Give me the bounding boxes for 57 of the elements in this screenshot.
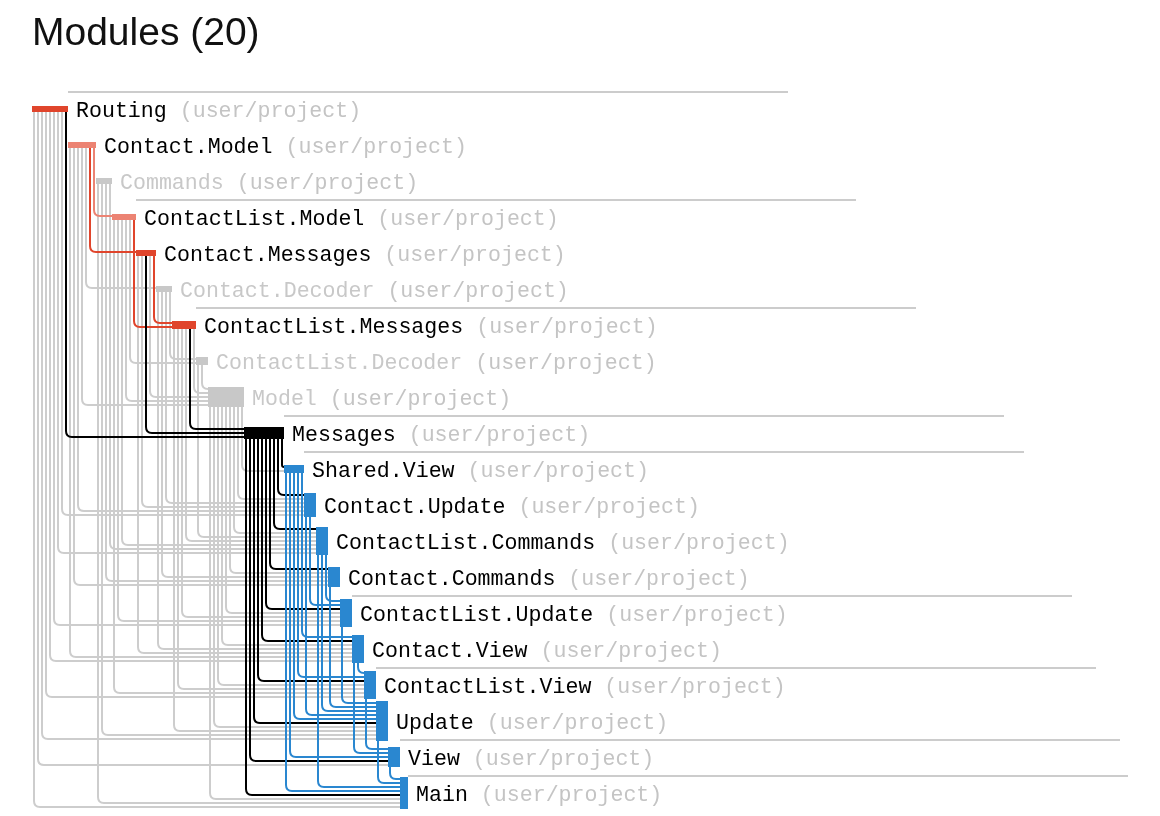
module-bar[interactable] [352, 635, 364, 663]
module-bar[interactable] [156, 286, 172, 292]
package-label: (user/project) [236, 170, 419, 196]
page-title: Modules (20) [31, 9, 261, 55]
module-bar[interactable] [112, 214, 136, 220]
module-name[interactable]: Contact.Commands [348, 566, 556, 592]
module-bar[interactable] [172, 321, 196, 329]
module-bar[interactable] [400, 777, 408, 809]
module-bar[interactable] [304, 493, 316, 517]
module-name[interactable]: Main [416, 782, 468, 808]
package-label: (user/project) [408, 422, 591, 448]
module-name[interactable]: Update [396, 710, 474, 736]
module-bar[interactable] [388, 747, 400, 767]
module-name[interactable]: ContactList.Commands [336, 530, 596, 556]
package-label: (user/project) [606, 602, 788, 628]
module-name[interactable]: Routing [76, 98, 167, 124]
module-bar[interactable] [284, 465, 304, 473]
module-bar[interactable] [208, 387, 244, 407]
module-bar[interactable] [376, 701, 388, 741]
module-name[interactable]: View [408, 746, 460, 772]
package-label: (user/project) [540, 638, 722, 664]
package-label: (user/project) [608, 530, 790, 556]
module-name[interactable]: Contact.View [372, 638, 528, 664]
package-label: (user/project) [472, 746, 655, 772]
module-name[interactable]: ContactList.Messages [204, 314, 464, 340]
module-name[interactable]: Shared.View [312, 458, 455, 484]
package-label: (user/project) [476, 314, 658, 340]
module-bar[interactable] [244, 427, 284, 439]
module-name[interactable]: Contact.Messages [164, 242, 372, 268]
module-name[interactable]: ContactList.View [384, 674, 592, 700]
module-bar[interactable] [96, 178, 112, 184]
module-bar[interactable] [68, 142, 96, 148]
package-label: (user/project) [384, 242, 566, 268]
package-label: (user/project) [604, 674, 786, 700]
module-bar[interactable] [32, 106, 68, 112]
module-bar[interactable] [340, 599, 352, 627]
package-label: (user/project) [179, 98, 362, 124]
package-label: (user/project) [518, 494, 700, 520]
module-name[interactable]: ContactList.Update [360, 602, 594, 628]
module-bar[interactable] [316, 527, 328, 555]
module-name[interactable]: Contact.Update [324, 494, 506, 520]
module-bar[interactable] [364, 671, 376, 699]
module-name[interactable]: Messages [292, 422, 396, 448]
package-label: (user/project) [467, 458, 649, 484]
module-bar[interactable] [196, 357, 208, 365]
package-label: (user/project) [387, 278, 569, 304]
package-label: (user/project) [475, 350, 657, 376]
package-label: (user/project) [377, 206, 559, 232]
package-label: (user/project) [486, 710, 669, 736]
module-bar[interactable] [136, 250, 156, 256]
module-bar[interactable] [328, 567, 340, 587]
package-label: (user/project) [480, 782, 663, 808]
module-name[interactable]: ContactList.Model [144, 206, 365, 232]
module-name[interactable]: Contact.Model [104, 134, 273, 160]
package-label: (user/project) [329, 386, 512, 412]
package-label: (user/project) [285, 134, 467, 160]
package-label: (user/project) [568, 566, 750, 592]
